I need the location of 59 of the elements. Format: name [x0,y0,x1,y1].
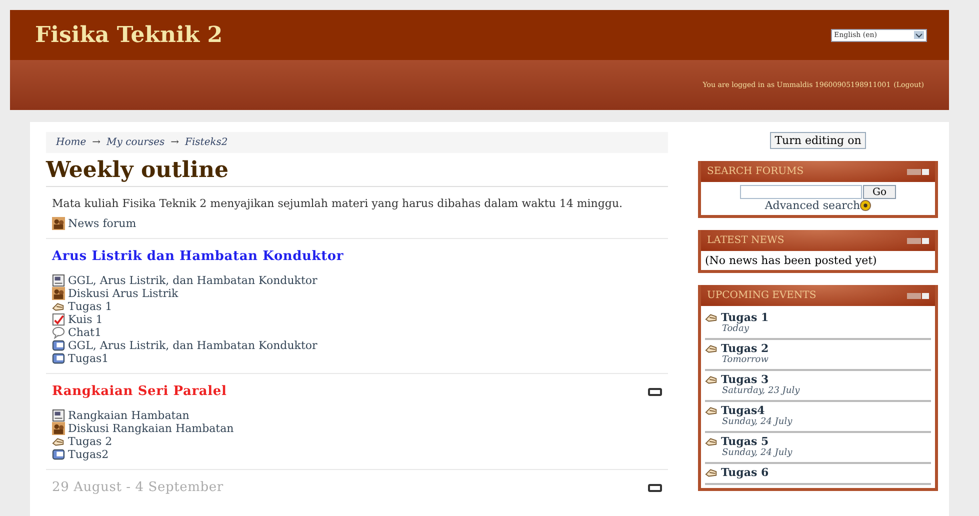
activity-link[interactable]: News forum [68,217,136,230]
caret-icon [914,31,924,39]
people-icon [52,287,65,300]
activity-link[interactable]: Tugas2 [68,448,109,461]
document-icon [52,274,65,287]
event-link[interactable]: Tugas 1 [721,311,769,324]
breadcrumb-link[interactable]: My courses [106,137,165,148]
block-title: SEARCH FORUMS [707,166,804,177]
advanced-search-link[interactable]: Advanced search [764,199,860,212]
toggle-icon[interactable] [907,238,929,244]
event-date: Sunday, 24 July [722,417,794,427]
event-link[interactable]: Tugas 5 [721,435,769,448]
activity-link[interactable]: Tugas1 [68,352,109,365]
activity-link[interactable]: Chat1 [68,326,102,339]
activity-link[interactable]: GGL, Arus Listrik, dan Hambatan Konduktor [68,274,318,287]
event-link[interactable]: Tugas 6 [721,466,769,479]
document-icon [52,409,65,422]
breadcrumb-separator: → [92,137,101,148]
breadcrumb-link[interactable]: Home [56,137,86,148]
event-link[interactable]: Tugas 3 [721,373,769,386]
computer-icon [52,352,65,365]
help-icon[interactable] [860,200,872,211]
section-title: Arus Listrik dan Hambatan Konduktor [52,249,344,264]
computer-icon [52,339,65,352]
breadcrumb-link[interactable]: Fisteks2 [185,137,228,148]
activity-link[interactable]: Diskusi Arus Listrik [68,287,178,300]
news-text: (No news has been posted yet) [705,254,877,267]
activity-link[interactable]: Diskusi Rangkaian Hambatan [68,422,234,435]
activity-link[interactable]: GGL, Arus Listrik, dan Hambatan Konduktor [68,339,318,352]
activity-link[interactable]: Kuis 1 [68,313,103,326]
breadcrumb-separator: → [170,137,180,148]
search-field[interactable] [740,185,862,199]
section-title: Rangkaian Seri Paralel [52,384,227,399]
course-title: Fisika Teknik 2 [35,22,223,48]
block-title: LATEST NEWS [707,235,784,246]
computer-icon [52,448,65,461]
toggle-icon[interactable] [907,168,929,174]
course-summary: Mata kuliah Fisika Teknik 2 menyajikan sejumlah materi yang harus dibahas dalam waktu 14 minggu. [52,197,624,211]
toggle-icon[interactable] [907,292,929,298]
toggle-icon[interactable] [648,388,662,396]
event-date: Sunday, 24 July [722,448,794,458]
activity-link[interactable]: Rangkaian Hambatan [68,409,190,422]
toggle-icon[interactable] [648,484,662,492]
page-title: Weekly outline [46,157,668,187]
turn-editing-on-button[interactable]: Turn editing on [770,132,866,149]
event-date: Today [722,324,750,334]
event-date: Saturday, 23 July [722,386,801,396]
event-date: Tomorrow [722,355,770,365]
speech-bubble-icon [52,326,65,339]
activity-link[interactable]: Tugas 1 [68,300,112,313]
event-link[interactable]: Tugas4 [721,404,765,417]
event-link[interactable]: Tugas 2 [721,342,769,355]
go-button[interactable]: Go [863,185,896,199]
people-icon [52,422,65,435]
activity-link[interactable]: Tugas 2 [68,435,112,448]
people-icon [52,217,65,230]
block-title: UPCOMING EVENTS [707,290,816,301]
section-title: 29 August - 4 September [52,480,224,495]
checkmark-icon [52,313,65,326]
